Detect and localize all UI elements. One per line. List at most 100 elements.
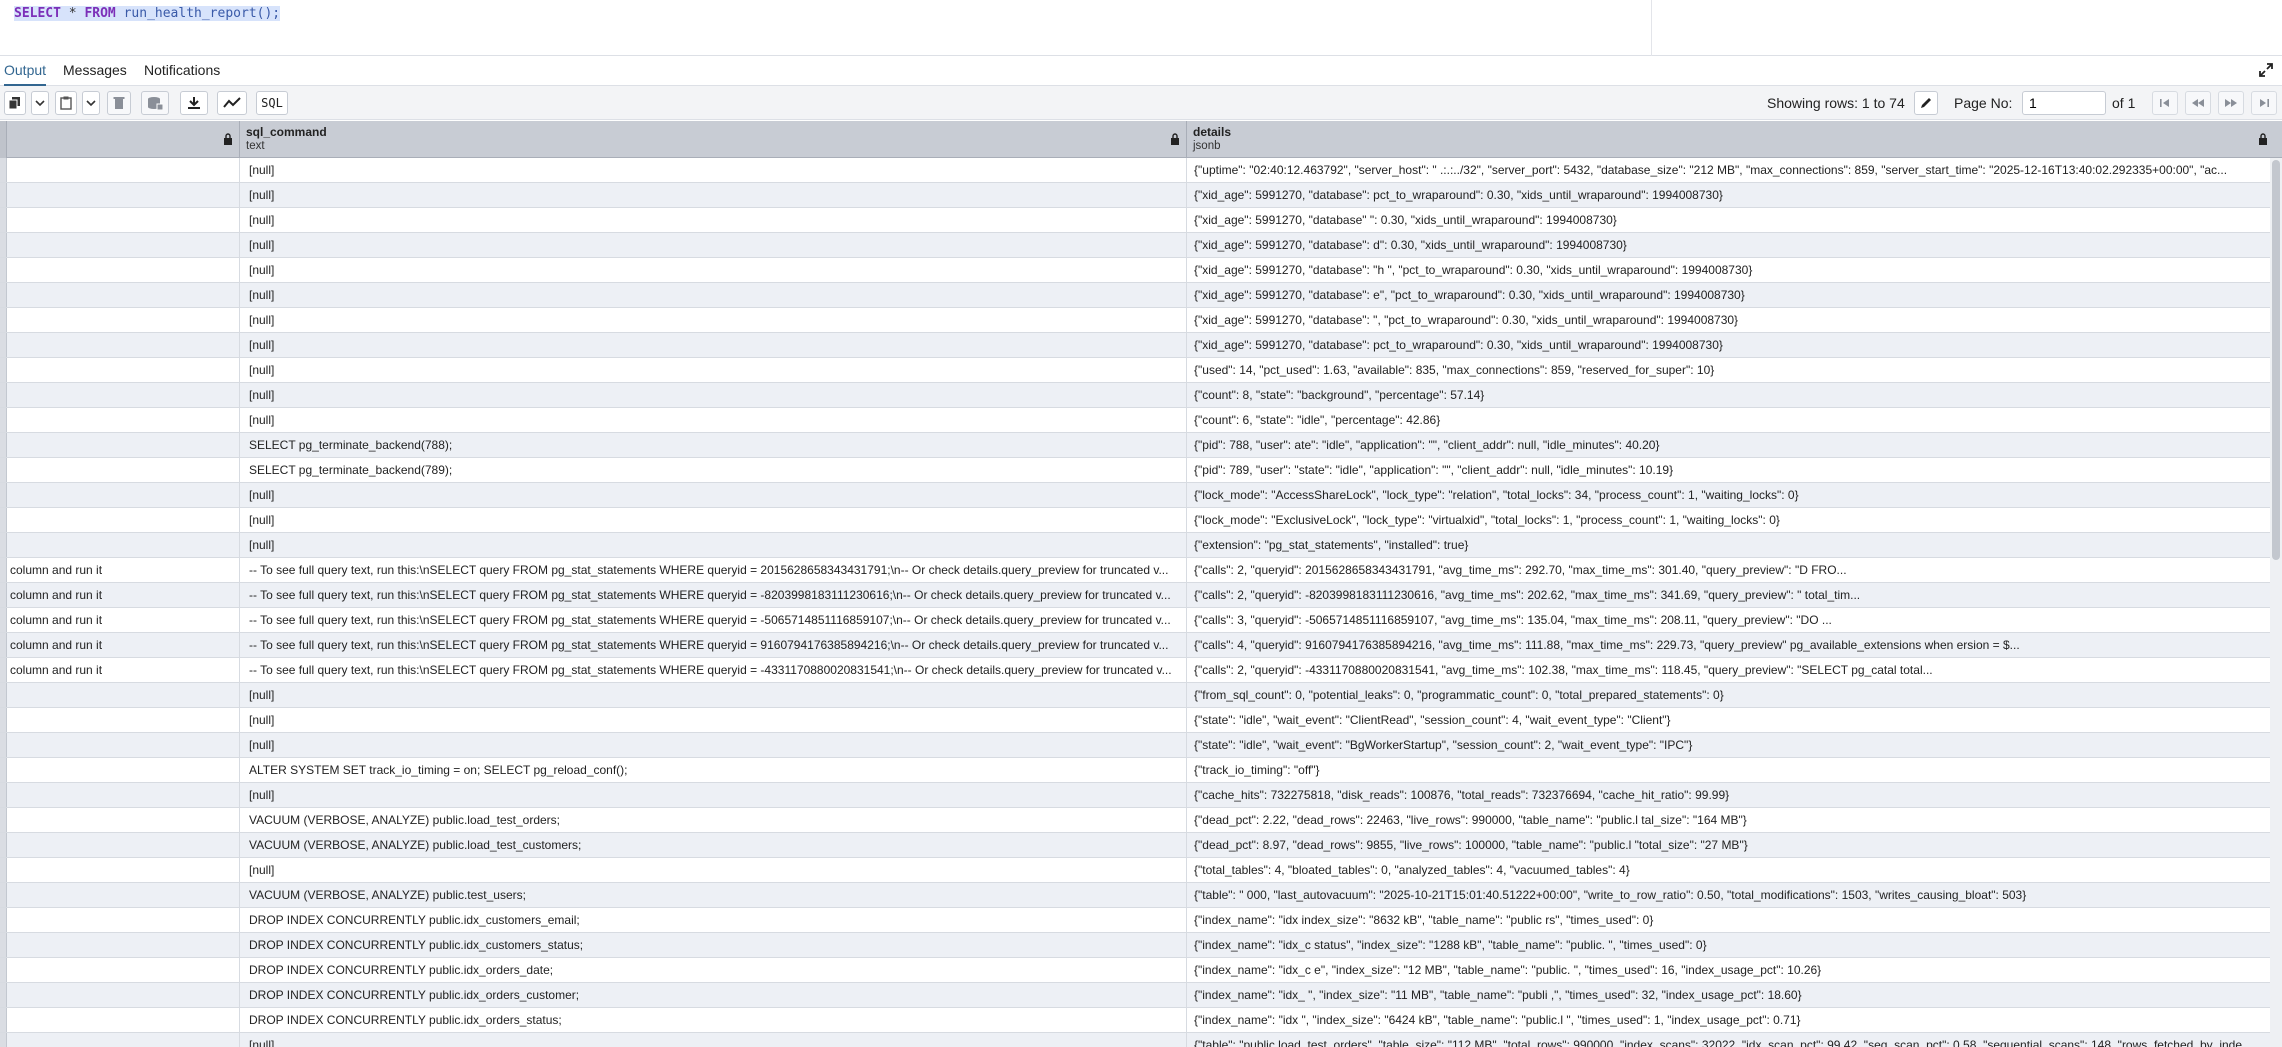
cell-sql-command[interactable]: -- To see full query text, run this:\nSE… xyxy=(240,608,1187,632)
row-number-cell[interactable] xyxy=(0,858,7,882)
cell-column-0[interactable] xyxy=(7,1008,240,1032)
cell-column-0[interactable] xyxy=(7,783,240,807)
row-number-cell[interactable] xyxy=(0,558,7,582)
table-row[interactable]: [null] {"lock_mode": "ExclusiveLock", "lo… xyxy=(0,508,2282,533)
table-row[interactable]: column and run it -- To see full query te… xyxy=(0,658,2282,683)
cell-sql-command[interactable]: DROP INDEX CONCURRENTLY public.idx_custo… xyxy=(240,908,1187,932)
column-header-sql-command[interactable]: sql_command text xyxy=(240,121,1187,158)
cell-sql-command[interactable]: [null] xyxy=(240,1033,1187,1047)
table-row[interactable]: [null] {"state": "idle", "wait_event": "B… xyxy=(0,733,2282,758)
cell-column-0[interactable] xyxy=(7,1033,240,1047)
cell-sql-command[interactable]: [null] xyxy=(240,158,1187,182)
row-number-cell[interactable] xyxy=(0,158,7,182)
cell-sql-command[interactable]: [null] xyxy=(240,783,1187,807)
cell-details[interactable]: {"cache_hits": 732275818, "disk_reads": … xyxy=(1187,783,2270,807)
table-row[interactable]: DROP INDEX CONCURRENTLY public.idx_order… xyxy=(0,1008,2282,1033)
cell-details[interactable]: {"pid": 789, "user": "state": "idle", "a… xyxy=(1187,458,2270,482)
cell-column-0[interactable] xyxy=(7,508,240,532)
row-number-cell[interactable] xyxy=(0,708,7,732)
table-row[interactable]: VACUUM (VERBOSE, ANALYZE) public.load_te… xyxy=(0,833,2282,858)
cell-details[interactable]: {"track_io_timing": "off"} xyxy=(1187,758,2270,782)
cell-column-0[interactable] xyxy=(7,183,240,207)
row-number-cell[interactable] xyxy=(0,383,7,407)
cell-column-0[interactable] xyxy=(7,233,240,257)
cell-column-0[interactable]: column and run it xyxy=(7,608,240,632)
cell-sql-command[interactable]: DROP INDEX CONCURRENTLY public.idx_order… xyxy=(240,958,1187,982)
cell-column-0[interactable] xyxy=(7,158,240,182)
table-row[interactable]: VACUUM (VERBOSE, ANALYZE) public.test_us… xyxy=(0,883,2282,908)
cell-column-0[interactable] xyxy=(7,458,240,482)
cell-details[interactable]: {"count": 8, "state": "background", "per… xyxy=(1187,383,2270,407)
tab-output[interactable]: Output xyxy=(4,56,47,86)
cell-details[interactable]: {"lock_mode": "ExclusiveLock", "lock_typ… xyxy=(1187,508,2270,532)
cell-details[interactable]: {"calls": 3, "queryid": -506571485111685… xyxy=(1187,608,2270,632)
table-row[interactable]: column and run it -- To see full query te… xyxy=(0,583,2282,608)
table-row[interactable]: DROP INDEX CONCURRENTLY public.idx_custo… xyxy=(0,933,2282,958)
cell-details[interactable]: {"index_name": "idx_c e", "index_size": … xyxy=(1187,958,2270,982)
row-number-cell[interactable] xyxy=(0,933,7,957)
previous-page-button[interactable] xyxy=(2185,91,2211,115)
cell-sql-command[interactable]: -- To see full query text, run this:\nSE… xyxy=(240,658,1187,682)
row-number-cell[interactable] xyxy=(0,433,7,457)
cell-details[interactable]: {"uptime": "02:40:12.463792", "server_ho… xyxy=(1187,158,2270,182)
table-row[interactable]: SELECT pg_terminate_backend(789); {"pid":… xyxy=(0,458,2282,483)
table-row[interactable]: [null] {"table": "public.load_test_orders… xyxy=(0,1033,2282,1047)
cell-details[interactable]: {"xid_age": 5991270, "database": d": 0.3… xyxy=(1187,233,2270,257)
table-row[interactable]: ALTER SYSTEM SET track_io_timing = on; S… xyxy=(0,758,2282,783)
cell-sql-command[interactable]: ALTER SYSTEM SET track_io_timing = on; S… xyxy=(240,758,1187,782)
cell-column-0[interactable] xyxy=(7,333,240,357)
table-row[interactable]: [null] {"state": "idle", "wait_event": "C… xyxy=(0,708,2282,733)
cell-details[interactable]: {"calls": 4, "queryid": 9160794176385894… xyxy=(1187,633,2270,657)
cell-column-0[interactable]: column and run it xyxy=(7,633,240,657)
cell-sql-command[interactable]: [null] xyxy=(240,383,1187,407)
cell-column-0[interactable]: column and run it xyxy=(7,658,240,682)
cell-details[interactable]: {"xid_age": 5991270, "database": pct_to_… xyxy=(1187,333,2270,357)
cell-details[interactable]: {"state": "idle", "wait_event": "ClientR… xyxy=(1187,708,2270,732)
row-number-cell[interactable] xyxy=(0,208,7,232)
cell-column-0[interactable] xyxy=(7,358,240,382)
cell-column-0[interactable] xyxy=(7,383,240,407)
cell-details[interactable]: {"xid_age": 5991270, "database" ": 0.30,… xyxy=(1187,208,2270,232)
cell-details[interactable]: {"table": " 000, "last_autovacuum": "202… xyxy=(1187,883,2270,907)
row-number-cell[interactable] xyxy=(0,983,7,1007)
cell-sql-command[interactable]: -- To see full query text, run this:\nSE… xyxy=(240,583,1187,607)
cell-sql-command[interactable]: -- To see full query text, run this:\nSE… xyxy=(240,558,1187,582)
cell-sql-command[interactable]: SELECT pg_terminate_backend(788); xyxy=(240,433,1187,457)
cell-sql-command[interactable]: [null] xyxy=(240,258,1187,282)
cell-sql-command[interactable]: [null] xyxy=(240,483,1187,507)
cell-column-0[interactable] xyxy=(7,933,240,957)
cell-column-0[interactable] xyxy=(7,908,240,932)
row-number-cell[interactable] xyxy=(0,733,7,757)
cell-column-0[interactable] xyxy=(7,433,240,457)
cell-column-0[interactable] xyxy=(7,883,240,907)
row-number-cell[interactable] xyxy=(0,883,7,907)
cell-sql-command[interactable]: DROP INDEX CONCURRENTLY public.idx_order… xyxy=(240,1008,1187,1032)
cell-column-0[interactable] xyxy=(7,483,240,507)
cell-column-0[interactable] xyxy=(7,708,240,732)
edit-rows-button[interactable] xyxy=(1914,91,1938,115)
cell-sql-command[interactable]: [null] xyxy=(240,733,1187,757)
column-header-0[interactable] xyxy=(7,121,240,158)
paste-options-dropdown[interactable] xyxy=(82,91,100,115)
cell-details[interactable]: {"lock_mode": "AccessShareLock", "lock_t… xyxy=(1187,483,2270,507)
cell-details[interactable]: {"table": "public.load_test_orders", "ta… xyxy=(1187,1033,2270,1047)
cell-details[interactable]: {"xid_age": 5991270, "database": "h ", "… xyxy=(1187,258,2270,282)
tab-messages[interactable]: Messages xyxy=(63,56,127,86)
row-number-cell[interactable] xyxy=(0,958,7,982)
cell-sql-command[interactable]: DROP INDEX CONCURRENTLY public.idx_custo… xyxy=(240,933,1187,957)
table-row[interactable]: DROP INDEX CONCURRENTLY public.idx_custo… xyxy=(0,908,2282,933)
cell-details[interactable]: {"index_name": "idx ", "index_size": "64… xyxy=(1187,1008,2270,1032)
table-row[interactable]: [null] {"xid_age": 5991270, "database": d… xyxy=(0,233,2282,258)
cell-details[interactable]: {"index_name": "idx_ ", "index_size": "1… xyxy=(1187,983,2270,1007)
first-page-button[interactable] xyxy=(2152,91,2178,115)
row-number-cell[interactable] xyxy=(0,258,7,282)
table-row[interactable]: [null] {"count": 8, "state": "background"… xyxy=(0,383,2282,408)
cell-details[interactable]: {"calls": 2, "queryid": 2015628658343431… xyxy=(1187,558,2270,582)
copy-button[interactable] xyxy=(4,91,26,115)
cell-column-0[interactable] xyxy=(7,308,240,332)
row-number-cell[interactable] xyxy=(0,633,7,657)
cell-sql-command[interactable]: [null] xyxy=(240,508,1187,532)
last-page-button[interactable] xyxy=(2251,91,2277,115)
cell-details[interactable]: {"index_name": "idx_c status", "index_si… xyxy=(1187,933,2270,957)
row-number-cell[interactable] xyxy=(0,183,7,207)
